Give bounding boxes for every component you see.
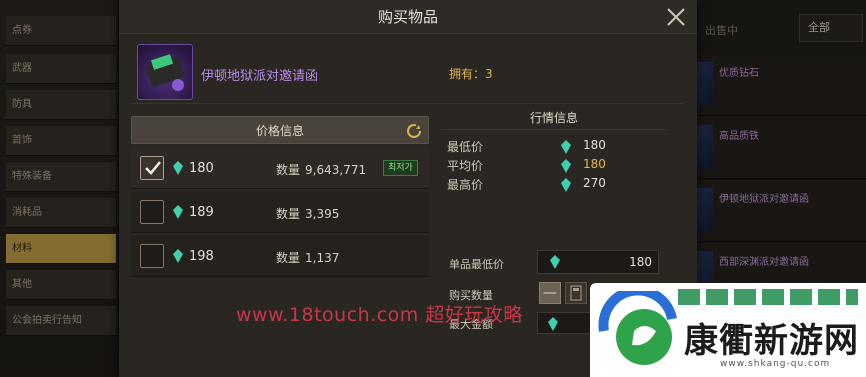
row-quantity: 数量 1,137 [276, 251, 340, 265]
price-row[interactable]: 180 数量 9,643,771 최저가 [131, 148, 429, 189]
market-info-header: 行情信息 [441, 106, 667, 130]
item-summary: 伊顿地狱派对邀请函 拥有：3 [133, 40, 685, 104]
market-info-panel: 行情信息 最低价 180 平均价 180 最高价 270 [441, 106, 667, 198]
row-quantity: 数量 9,643,771 [276, 163, 367, 177]
watermark-brand: 康衢新游网 [684, 321, 859, 361]
market-value: 180 [583, 157, 606, 171]
close-icon[interactable] [665, 6, 687, 28]
gem-icon [173, 205, 183, 219]
unit-min-price-value: 180 [629, 255, 652, 269]
row-checkbox[interactable] [140, 200, 164, 224]
gem-icon [173, 161, 183, 175]
quantity-minus-button[interactable]: — [539, 282, 561, 304]
site-logo-icon [598, 291, 677, 365]
row-price: 180 [189, 161, 214, 176]
row-checkbox[interactable] [140, 244, 164, 268]
market-label: 最低价 [447, 140, 484, 154]
watermark-url: www.shkang-qu.com [720, 359, 831, 369]
gem-icon [550, 255, 560, 269]
market-label: 最高价 [447, 178, 484, 192]
market-value: 270 [583, 176, 606, 190]
calculator-icon[interactable] [565, 282, 587, 304]
row-price: 198 [189, 249, 214, 264]
price-info-panel: 价格信息 180 数量 9,643,771 최저가 189 数量 3,395 198… [131, 116, 429, 277]
gem-icon [548, 317, 558, 331]
row-checkbox[interactable] [140, 156, 164, 180]
watermark-text: www.18touch.com 超好玩攻略 [236, 304, 523, 326]
gem-icon [561, 159, 571, 173]
gem-icon [173, 249, 183, 263]
price-info-header: 价格信息 [131, 116, 429, 144]
max-amount-field [537, 312, 597, 334]
market-value: 180 [583, 138, 606, 152]
gem-icon [561, 140, 571, 154]
market-max-row: 最高价 270 [447, 176, 667, 194]
owned-count: 拥有：3 [449, 67, 493, 81]
item-icon [137, 44, 193, 100]
price-row[interactable]: 198 数量 1,137 [131, 236, 429, 277]
item-name: 伊顿地狱派对邀请函 [201, 69, 319, 84]
refresh-icon[interactable] [405, 122, 423, 140]
gem-icon [561, 178, 571, 192]
market-label: 平均价 [447, 159, 484, 173]
row-price: 189 [189, 205, 214, 220]
dialog-title: 购买物品 [119, 0, 697, 34]
row-quantity: 数量 3,395 [276, 207, 340, 221]
market-avg-row: 平均价 180 [447, 157, 667, 175]
watermark-logo: 康衢新游网 www.shkang-qu.com [590, 283, 866, 377]
lowest-price-badge: 최저가 [383, 160, 418, 176]
unit-min-price-field: 180 [537, 250, 659, 274]
market-min-row: 最低价 180 [447, 138, 667, 156]
watermark-brand-stripe [678, 289, 858, 305]
price-row[interactable]: 189 数量 3,395 [131, 192, 429, 233]
unit-min-price-label: 单品最低价 [449, 258, 504, 271]
